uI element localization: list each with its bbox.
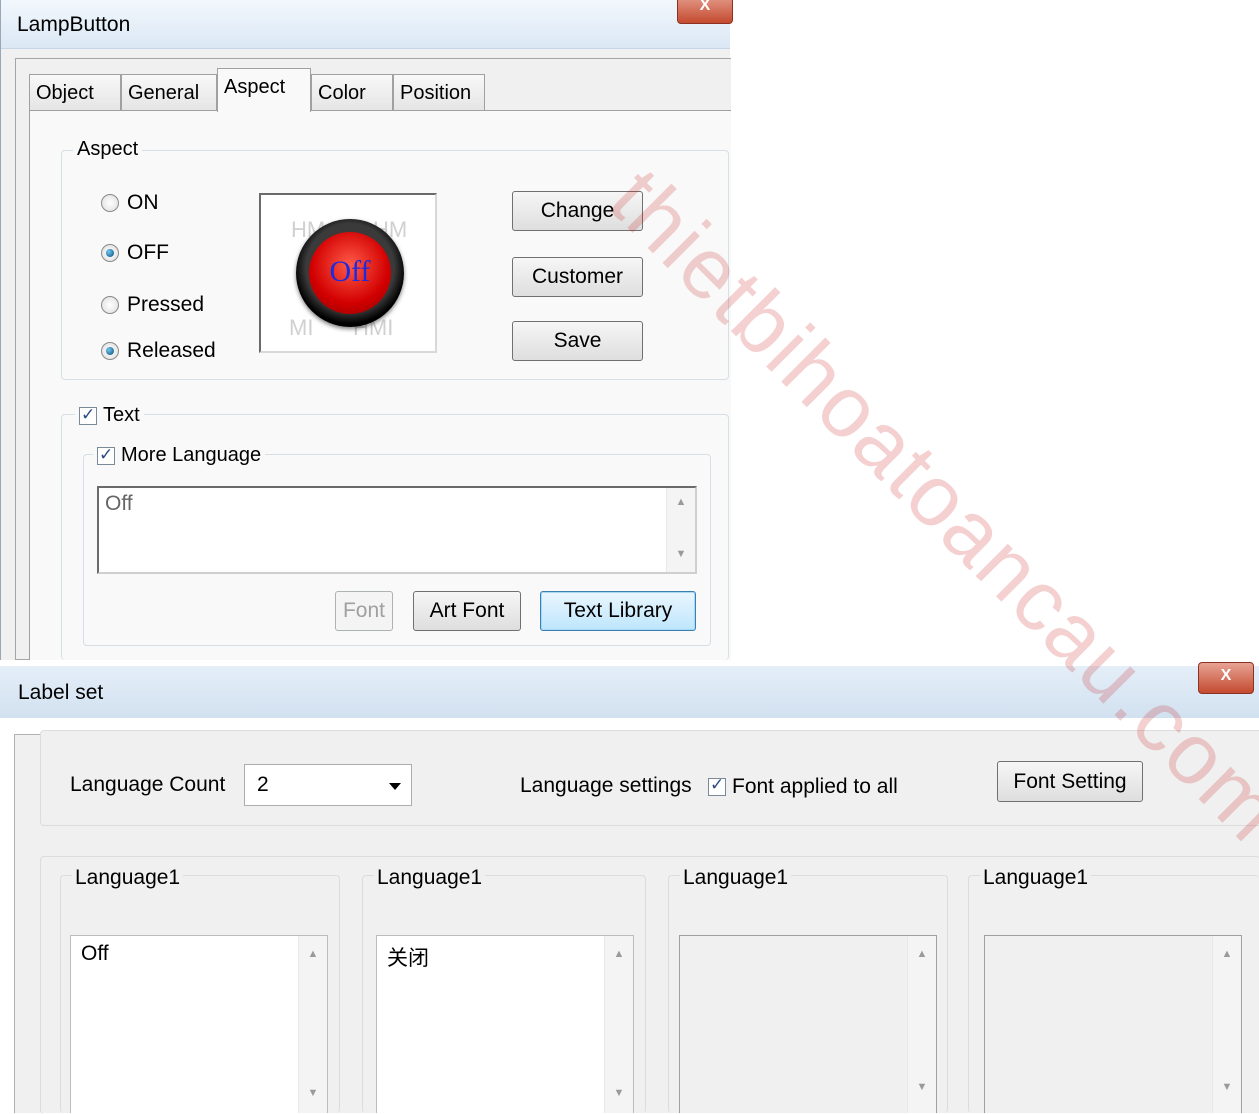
tab-aspect[interactable]: Aspect (217, 68, 311, 112)
language-1-scrollbar[interactable]: ▲ ▼ (298, 936, 327, 1113)
close-icon[interactable]: X (677, 0, 733, 24)
language-2-value: 关闭 (387, 946, 429, 970)
tab-color[interactable]: Color (311, 74, 393, 110)
lamp-preview: HM HM MI HMI Off (259, 193, 437, 353)
close-icon[interactable]: X (1198, 662, 1254, 694)
tab-position[interactable]: Position (393, 74, 485, 110)
text-input[interactable]: Off ▲ ▼ (97, 486, 697, 574)
background-ghost (300, 688, 760, 712)
language-2-scrollbar[interactable]: ▲ ▼ (604, 936, 633, 1113)
language-3-label: Language1 (680, 866, 792, 890)
text-checkbox-label: Text (103, 404, 140, 426)
radio-on-label: ON (127, 191, 159, 214)
checkbox-icon (97, 444, 115, 466)
save-button[interactable]: Save (512, 321, 643, 361)
language-3-text[interactable]: ▲ ▼ (679, 935, 937, 1113)
font-button[interactable]: Font (335, 591, 393, 631)
font-setting-button[interactable]: Font Setting (997, 761, 1143, 802)
text-input-value: Off (105, 492, 133, 515)
checkbox-icon (79, 404, 97, 426)
language-2-label: Language1 (374, 866, 486, 890)
dropdown-caret-icon (389, 783, 401, 790)
language-3-scrollbar[interactable]: ▲ ▼ (907, 936, 936, 1113)
font-applied-label: Font applied to all (732, 775, 898, 798)
radio-icon (101, 194, 119, 212)
language-4-scrollbar[interactable]: ▲ ▼ (1212, 936, 1241, 1113)
scroll-down-icon[interactable]: ▼ (1213, 1081, 1241, 1093)
font-applied-checkbox[interactable]: Font applied to all (708, 775, 898, 799)
scroll-down-icon[interactable]: ▼ (908, 1081, 936, 1093)
radio-pressed-label: Pressed (127, 293, 205, 316)
title-bar: LampButton X (1, 0, 733, 49)
more-language-checkbox[interactable]: More Language (93, 444, 266, 466)
scroll-up-icon[interactable]: ▲ (667, 496, 695, 508)
text-library-button[interactable]: Text Library (540, 591, 696, 631)
dialog-title: Label set (18, 681, 104, 704)
more-language-label: More Language (121, 444, 262, 466)
text-scrollbar[interactable]: ▲ ▼ (666, 488, 695, 572)
text-checkbox[interactable]: Text (75, 404, 144, 426)
language-count-value: 2 (257, 773, 269, 796)
lampbutton-dialog: LampButton X Object General Aspect Color… (0, 0, 733, 660)
lamp-text: Off (329, 255, 371, 288)
radio-released-label: Released (127, 339, 216, 362)
radio-icon (101, 244, 119, 262)
dialog-title: LampButton (17, 13, 131, 36)
radio-icon (101, 296, 119, 314)
language-count-label: Language Count (70, 773, 226, 796)
preview-bg-text: MI (289, 315, 314, 340)
language-count-select[interactable]: 2 (244, 764, 412, 806)
lamp-face: Off (309, 232, 391, 314)
language-1-text[interactable]: Off ▲ ▼ (70, 935, 328, 1113)
customer-button[interactable]: Customer (512, 257, 643, 297)
checkbox-icon (708, 775, 726, 797)
tab-object[interactable]: Object (29, 74, 121, 110)
radio-on[interactable]: ON (101, 191, 159, 215)
scroll-up-icon[interactable]: ▲ (1213, 948, 1241, 960)
language-1-value: Off (81, 942, 109, 965)
radio-released[interactable]: Released (101, 339, 216, 363)
language-2-text[interactable]: 关闭 ▲ ▼ (376, 935, 634, 1113)
language-4-text[interactable]: ▲ ▼ (984, 935, 1242, 1113)
scroll-up-icon[interactable]: ▲ (299, 948, 327, 960)
scroll-down-icon[interactable]: ▼ (299, 1087, 327, 1099)
radio-pressed[interactable]: Pressed (101, 293, 204, 317)
scroll-up-icon[interactable]: ▲ (908, 948, 936, 960)
scroll-down-icon[interactable]: ▼ (667, 548, 695, 560)
tab-general[interactable]: General (121, 74, 217, 110)
language-1-label: Language1 (72, 866, 184, 890)
language-settings-label: Language settings (520, 774, 692, 797)
radio-off-label: OFF (127, 241, 169, 264)
scroll-down-icon[interactable]: ▼ (605, 1087, 633, 1099)
scroll-up-icon[interactable]: ▲ (605, 948, 633, 960)
radio-off[interactable]: OFF (101, 241, 169, 265)
lamp-icon: Off (296, 219, 404, 327)
radio-icon (101, 342, 119, 360)
aspect-group-label: Aspect (73, 138, 143, 160)
art-font-button[interactable]: Art Font (413, 591, 521, 631)
language-4-label: Language1 (980, 866, 1092, 890)
